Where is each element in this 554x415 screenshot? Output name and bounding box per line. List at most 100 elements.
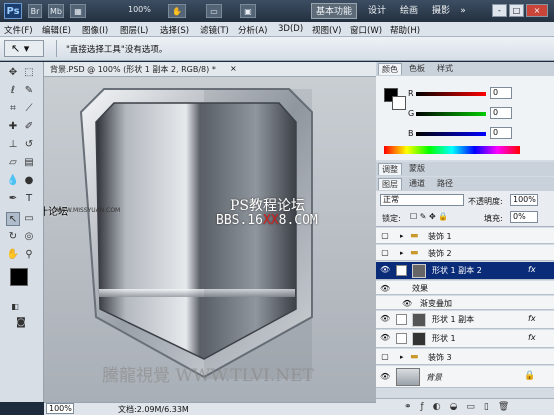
tab-channels[interactable]: 通道 bbox=[406, 178, 428, 190]
close-button[interactable]: × bbox=[526, 4, 548, 17]
document-tab[interactable]: 背景.PSD @ 100% (形状 1 副本 2, RGB/8) * bbox=[50, 64, 216, 75]
layer-row-group-3[interactable]: ▢ ▸ ▬ 装饰 3 bbox=[376, 349, 554, 365]
blur-tool-icon[interactable]: 💧 bbox=[6, 174, 20, 188]
collapse-arrow-icon[interactable]: ▸ bbox=[400, 232, 404, 240]
menu-view[interactable]: 视图(V) bbox=[312, 24, 341, 36]
bridge-button[interactable]: Br bbox=[28, 4, 42, 18]
fx-icon[interactable]: fx bbox=[528, 333, 536, 342]
layers-bottom-toolbar[interactable]: ⚭ƒ◐◒▭▯🗑 bbox=[376, 398, 554, 415]
move-tool-icon[interactable]: ✥ bbox=[6, 66, 20, 80]
fx-icon[interactable]: fx bbox=[528, 314, 536, 323]
direct-selection-tool-icon[interactable]: ↖ bbox=[6, 212, 20, 226]
channel-b-slider[interactable] bbox=[416, 132, 486, 136]
3d-orbit-tool-icon[interactable]: ◎ bbox=[22, 230, 36, 244]
marquee-tool-icon[interactable]: ⬚ bbox=[22, 66, 36, 80]
effects-header-row[interactable]: 👁 效果 bbox=[376, 281, 554, 295]
workspace-design[interactable]: 设计 bbox=[364, 3, 390, 19]
tab-color[interactable]: 颜色 bbox=[378, 63, 402, 75]
workspace-painting[interactable]: 绘画 bbox=[396, 3, 422, 19]
hand-tool-icon[interactable]: ✋ bbox=[6, 248, 20, 262]
menu-analysis[interactable]: 分析(A) bbox=[238, 24, 267, 36]
collapse-arrow-icon[interactable]: ▸ bbox=[400, 249, 404, 257]
menu-window[interactable]: 窗口(W) bbox=[350, 24, 382, 36]
color-spectrum-bar[interactable] bbox=[384, 146, 520, 154]
healing-brush-tool-icon[interactable]: ✚ bbox=[6, 120, 20, 134]
zoom-field[interactable]: 100% bbox=[46, 403, 74, 414]
visibility-off-icon[interactable]: ▢ bbox=[380, 231, 390, 241]
quick-selection-tool-icon[interactable]: ✎ bbox=[22, 84, 36, 98]
channel-g-slider[interactable] bbox=[416, 112, 486, 116]
screen-mode-button[interactable]: ▣ bbox=[240, 4, 256, 18]
layer-row-shape[interactable]: 👁 形状 1 fx bbox=[376, 330, 554, 348]
eye-icon[interactable]: 👁 bbox=[380, 333, 390, 343]
fill-input[interactable]: 0% bbox=[510, 211, 538, 223]
hand-tool-button[interactable]: ✋ bbox=[168, 4, 186, 18]
menu-layer[interactable]: 图层(L) bbox=[120, 24, 148, 36]
workspace-more[interactable]: » bbox=[458, 3, 468, 19]
layer-row-group-2[interactable]: ▢ ▸ ▬ 装饰 2 bbox=[376, 245, 554, 261]
zoom-level-menu[interactable]: 100% bbox=[128, 5, 151, 14]
gradient-overlay-row[interactable]: 👁 渐变叠加 bbox=[376, 296, 554, 310]
document-canvas[interactable]: PS教程论坛 BBS.16XX8.COM 思缘设计论坛 WWW.MISSYUAN… bbox=[44, 77, 376, 402]
fx-icon[interactable]: fx bbox=[528, 265, 536, 274]
lasso-tool-icon[interactable]: ℓ bbox=[6, 84, 20, 98]
menu-file[interactable]: 文件(F) bbox=[4, 24, 33, 36]
blend-mode-select[interactable]: 正常 bbox=[380, 194, 464, 206]
zoom-tool-icon[interactable]: ⚲ bbox=[22, 248, 36, 262]
tool-preset-picker[interactable]: ↖ ▾ bbox=[4, 40, 44, 57]
dodge-tool-icon[interactable]: ● bbox=[22, 174, 36, 188]
workspace-photography[interactable]: 摄影 bbox=[428, 3, 454, 19]
minimize-button[interactable]: - bbox=[492, 4, 507, 17]
eye-icon[interactable]: 👁 bbox=[380, 372, 390, 382]
channel-r-input[interactable]: 0 bbox=[490, 87, 512, 99]
brush-tool-icon[interactable]: ✐ bbox=[22, 120, 36, 134]
visibility-off-icon[interactable]: ▢ bbox=[380, 352, 390, 362]
tab-swatches[interactable]: 色板 bbox=[406, 63, 428, 75]
3d-rotate-tool-icon[interactable]: ↻ bbox=[6, 230, 20, 244]
eye-icon[interactable]: 👁 bbox=[380, 314, 390, 324]
history-brush-tool-icon[interactable]: ↺ bbox=[22, 138, 36, 152]
layer-row-selected[interactable]: 👁 形状 1 副本 2 fx bbox=[376, 262, 554, 280]
menu-help[interactable]: 帮助(H) bbox=[390, 24, 420, 36]
menu-filter[interactable]: 滤镜(T) bbox=[200, 24, 229, 36]
pen-tool-icon[interactable]: ✒ bbox=[6, 192, 20, 206]
layer-row-background[interactable]: 👁 背景 🔒 bbox=[376, 366, 554, 388]
layer-row-shape-copy[interactable]: 👁 形状 1 副本 fx bbox=[376, 311, 554, 329]
tab-styles[interactable]: 样式 bbox=[434, 63, 456, 75]
opacity-input[interactable]: 100% bbox=[510, 194, 538, 206]
eye-icon[interactable]: 👁 bbox=[380, 284, 390, 294]
gradient-tool-icon[interactable]: ▤ bbox=[22, 156, 36, 170]
arrange-documents-button[interactable]: ▭ bbox=[206, 4, 222, 18]
maximize-button[interactable]: □ bbox=[509, 4, 524, 17]
default-colors-icon[interactable]: ◧ bbox=[8, 300, 22, 314]
foreground-color-swatch[interactable] bbox=[10, 268, 28, 286]
mini-bridge-button[interactable]: Mb bbox=[48, 4, 64, 18]
document-info[interactable]: 文档:2.09M/6.33M bbox=[118, 404, 189, 415]
layer-row-group-1[interactable]: ▢ ▸ ▬ 装饰 1 bbox=[376, 228, 554, 244]
menu-select[interactable]: 选择(S) bbox=[160, 24, 189, 36]
eyedropper-tool-icon[interactable]: ⟋ bbox=[22, 102, 36, 116]
visibility-off-icon[interactable]: ▢ bbox=[380, 248, 390, 258]
eye-icon[interactable]: 👁 bbox=[402, 299, 412, 309]
channel-g-input[interactable]: 0 bbox=[490, 107, 512, 119]
quick-mask-icon[interactable]: ◙ bbox=[14, 316, 28, 330]
close-document-icon[interactable]: × bbox=[230, 64, 237, 73]
view-extras-button[interactable]: ▦ bbox=[70, 4, 86, 18]
tab-layers[interactable]: 图层 bbox=[378, 178, 402, 190]
crop-tool-icon[interactable]: ⌗ bbox=[6, 102, 20, 116]
color-panel-background[interactable] bbox=[392, 96, 406, 110]
clone-stamp-tool-icon[interactable]: ⊥ bbox=[6, 138, 20, 152]
channel-r-slider[interactable] bbox=[416, 92, 486, 96]
menu-3d[interactable]: 3D(D) bbox=[278, 24, 303, 34]
collapse-arrow-icon[interactable]: ▸ bbox=[400, 353, 404, 361]
eraser-tool-icon[interactable]: ▱ bbox=[6, 156, 20, 170]
lock-icons[interactable]: ☐ ✎ ✥ 🔒 bbox=[410, 212, 448, 221]
menu-image[interactable]: 图像(I) bbox=[82, 24, 108, 36]
eye-icon[interactable]: 👁 bbox=[380, 265, 390, 275]
type-tool-icon[interactable]: T bbox=[22, 192, 36, 206]
channel-b-input[interactable]: 0 bbox=[490, 127, 512, 139]
menu-edit[interactable]: 编辑(E) bbox=[42, 24, 71, 36]
custom-shape-tool-icon[interactable]: ▭ bbox=[22, 212, 36, 226]
workspace-essentials[interactable]: 基本功能 bbox=[311, 3, 357, 19]
tab-adjustments[interactable]: 调整 bbox=[378, 163, 402, 175]
